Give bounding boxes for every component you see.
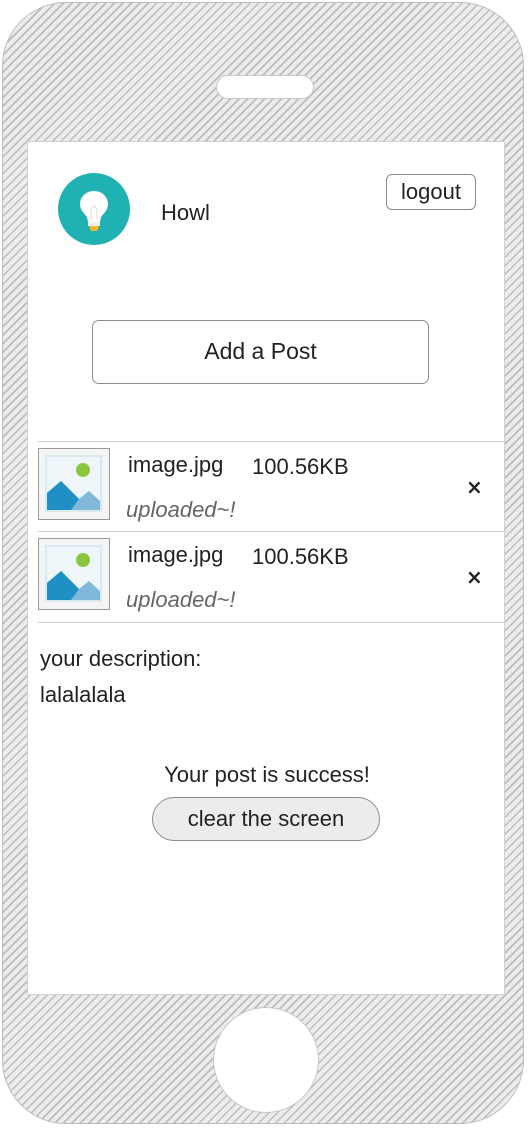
file-name: image.jpg [128, 452, 224, 477]
success-message: Your post is success! [164, 762, 370, 787]
home-button[interactable] [213, 1007, 319, 1113]
file-name: image.jpg [128, 542, 224, 567]
lightbulb-icon [58, 173, 130, 245]
upload-status: uploaded~! [126, 497, 236, 522]
app-title: Howl [161, 200, 210, 225]
logout-button[interactable]: logout [386, 174, 476, 210]
file-size: 100.56KB [252, 454, 349, 479]
file-row: image.jpg 100.56KB uploaded~! × [38, 441, 506, 531]
description-text: lalalalala [40, 682, 126, 707]
description-label: your description: [40, 646, 202, 671]
file-row: image.jpg 100.56KB uploaded~! × [38, 531, 506, 623]
remove-file-button[interactable]: × [466, 475, 483, 499]
image-icon [38, 448, 110, 520]
uploaded-file-list: image.jpg 100.56KB uploaded~! × image.jp… [38, 441, 506, 623]
file-size: 100.56KB [252, 544, 349, 569]
app-screen: Howl logout Add a Post image.jpg 100.56K… [27, 141, 506, 995]
clear-screen-button[interactable]: clear the screen [152, 797, 380, 841]
phone-frame: Howl logout Add a Post image.jpg 100.56K… [2, 2, 524, 1124]
image-icon [38, 538, 110, 610]
add-post-button[interactable]: Add a Post [92, 320, 429, 384]
phone-speaker [216, 75, 314, 99]
upload-status: uploaded~! [126, 587, 236, 612]
remove-file-button[interactable]: × [466, 565, 483, 589]
